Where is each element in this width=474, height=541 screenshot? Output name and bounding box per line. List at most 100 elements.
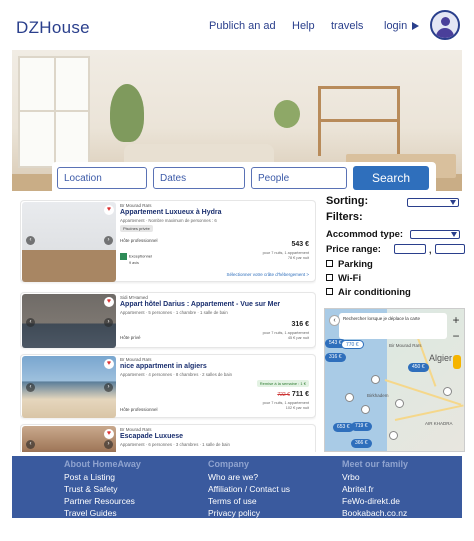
- listing-rating: Exceptionnel: [120, 253, 152, 260]
- listing-photo[interactable]: ♥ ‹ ›: [22, 294, 116, 348]
- dates-input[interactable]: Dates: [153, 167, 245, 189]
- listing-title[interactable]: Appart hôtel Darius : Appartement - Vue …: [120, 301, 280, 308]
- amenity-label: Air conditioning: [338, 287, 411, 298]
- zoom-out-button[interactable]: −: [450, 330, 462, 343]
- select-accommodation-link[interactable]: Sélectionner votre crâte d'hébergement >: [226, 272, 309, 277]
- price-max-input[interactable]: [435, 244, 465, 254]
- map-price-pin[interactable]: 366 €: [351, 439, 372, 448]
- chevron-right-icon[interactable]: ›: [104, 318, 113, 327]
- results-map[interactable]: Rechercher lorsque je déplace la carte ‹…: [324, 308, 465, 452]
- listing-price: 316 €: [291, 321, 309, 328]
- listing-host: Br Mourad Raïs: [120, 357, 152, 362]
- footer-link[interactable]: Abritel.fr: [342, 484, 374, 494]
- listing-card[interactable]: ♥ ‹ › Br Mourad Raïs Appartement Luxueux…: [20, 200, 316, 282]
- listing-card[interactable]: ♥ ‹ › Br Mourad Raïs nice appartment in …: [20, 354, 316, 418]
- map-marker[interactable]: [443, 387, 452, 396]
- price-detail: pour 7 nuits, 1 appartement: [262, 251, 309, 255]
- footer-link[interactable]: Who are we?: [208, 472, 258, 482]
- map-price-pin[interactable]: 719 €: [351, 422, 372, 431]
- hero-image: Location Dates People Search: [12, 50, 462, 191]
- map-marker[interactable]: [389, 431, 398, 440]
- map-marker[interactable]: [371, 375, 380, 384]
- search-button[interactable]: Search: [353, 166, 429, 190]
- chevron-left-icon[interactable]: ‹: [329, 315, 340, 326]
- pegman-icon[interactable]: [453, 355, 461, 369]
- hero-plant-small: [274, 100, 300, 128]
- nav-help[interactable]: Help: [292, 20, 315, 32]
- listing-card[interactable]: ♥ ‹ › Sidi M'Hamed Appart hôtel Darius :…: [20, 292, 316, 348]
- heart-icon[interactable]: ♥: [104, 429, 114, 439]
- map-search-toggle[interactable]: Rechercher lorsque je déplace la carte: [339, 313, 447, 339]
- listing-title[interactable]: Appartement Luxueux à Hydra: [120, 209, 222, 216]
- chevron-left-icon[interactable]: ‹: [26, 236, 35, 245]
- amenity-label: Parking: [338, 259, 373, 270]
- sorting-select[interactable]: [407, 198, 459, 207]
- amenity-wifi[interactable]: Wi-Fi: [326, 273, 361, 284]
- footer-link[interactable]: Vrbo: [342, 472, 360, 482]
- footer-link[interactable]: Affiliation / Contact us: [208, 484, 290, 494]
- chevron-left-icon[interactable]: ‹: [26, 440, 35, 449]
- listing-host: Br Mourad Raïs: [120, 203, 152, 208]
- nav-travels[interactable]: travels: [331, 20, 363, 32]
- amenity-air-conditioning[interactable]: Air conditioning: [326, 287, 411, 298]
- chevron-left-icon[interactable]: ‹: [26, 318, 35, 327]
- heart-icon[interactable]: ♥: [104, 205, 114, 215]
- zoom-in-button[interactable]: +: [450, 314, 462, 327]
- accommodation-type-select[interactable]: [410, 230, 460, 239]
- chevron-left-icon[interactable]: ‹: [26, 383, 35, 392]
- people-input[interactable]: People: [251, 167, 347, 189]
- footer-link[interactable]: FeWo-direkt.de: [342, 496, 400, 506]
- avatar-head: [441, 17, 450, 26]
- site-logo[interactable]: DZHouse: [16, 18, 90, 38]
- footer-link[interactable]: Travel Guides: [64, 508, 117, 518]
- footer-link[interactable]: Terms of use: [208, 496, 257, 506]
- rating-count: 9 avis: [129, 261, 139, 265]
- chevron-right-icon[interactable]: ›: [104, 236, 113, 245]
- heart-icon[interactable]: ♥: [104, 297, 114, 307]
- nav-publish-ad[interactable]: Publich an ad: [209, 20, 276, 32]
- map-price-pin[interactable]: 450 €: [408, 363, 429, 372]
- checkbox-icon[interactable]: [326, 259, 333, 267]
- listing-photo[interactable]: ♥ ‹ ›: [22, 202, 116, 282]
- chevron-right-icon[interactable]: ›: [104, 440, 113, 449]
- chevron-right-icon[interactable]: ›: [104, 383, 113, 392]
- map-marker[interactable]: [345, 393, 354, 402]
- listing-photo[interactable]: ♥ ‹ ›: [22, 426, 116, 452]
- amenity-parking[interactable]: Parking: [326, 259, 373, 270]
- map-price-pin[interactable]: 316 €: [325, 353, 346, 362]
- listing-card[interactable]: ♥ ‹ › Br Mourad Raïs Escapade Luxuese Ap…: [20, 424, 316, 452]
- nav-login[interactable]: login: [384, 20, 407, 32]
- old-price: 722 €: [277, 392, 290, 398]
- price-min-input[interactable]: [394, 244, 426, 254]
- footer-link[interactable]: Bookabach.co.nz: [342, 508, 407, 518]
- current-price: 711 €: [291, 391, 309, 398]
- listing-description: Appartement · 6 personnes · 3 chambres ·…: [120, 442, 230, 447]
- listing-host: Br Mourad Raïs: [120, 427, 152, 432]
- chevron-down-icon: [450, 200, 456, 205]
- price-detail: pour 7 nuits, 1 appartement: [262, 401, 309, 405]
- listing-photo[interactable]: ♥ ‹ ›: [22, 356, 116, 418]
- location-input[interactable]: Location: [57, 167, 147, 189]
- checkbox-icon[interactable]: [326, 287, 333, 295]
- checkbox-icon[interactable]: [326, 273, 333, 281]
- play-arrow-icon[interactable]: [412, 22, 419, 30]
- map-marker[interactable]: [395, 399, 404, 408]
- map-marker[interactable]: [361, 405, 370, 414]
- listing-title[interactable]: nice appartment in algiers: [120, 363, 207, 370]
- top-nav-bar: DZHouse Publich an ad Help travels login: [8, 6, 466, 49]
- footer-link[interactable]: Partner Resources: [64, 496, 135, 506]
- listing-badge: Piscines privée: [120, 225, 153, 232]
- site-footer: About HomeAway Post a Listing Trust & Sa…: [12, 456, 462, 518]
- footer-link[interactable]: Post a Listing: [64, 472, 115, 482]
- user-avatar-icon[interactable]: [430, 10, 460, 40]
- footer-link[interactable]: Privacy policy: [208, 508, 260, 518]
- listing-title[interactable]: Escapade Luxuese: [120, 433, 183, 440]
- price-separator: ,: [429, 245, 432, 255]
- footer-link[interactable]: Trust & Safety: [64, 484, 118, 494]
- listing-description: Appartement · 4 personnes · 8 chambres ·…: [120, 372, 233, 377]
- rating-badge: [120, 253, 127, 260]
- heart-icon[interactable]: ♥: [104, 359, 114, 369]
- price-per-night: 45 € par nuit: [287, 336, 309, 340]
- map-price-pin[interactable]: 770 €: [341, 340, 364, 349]
- map-city-label: Algier: [429, 353, 453, 363]
